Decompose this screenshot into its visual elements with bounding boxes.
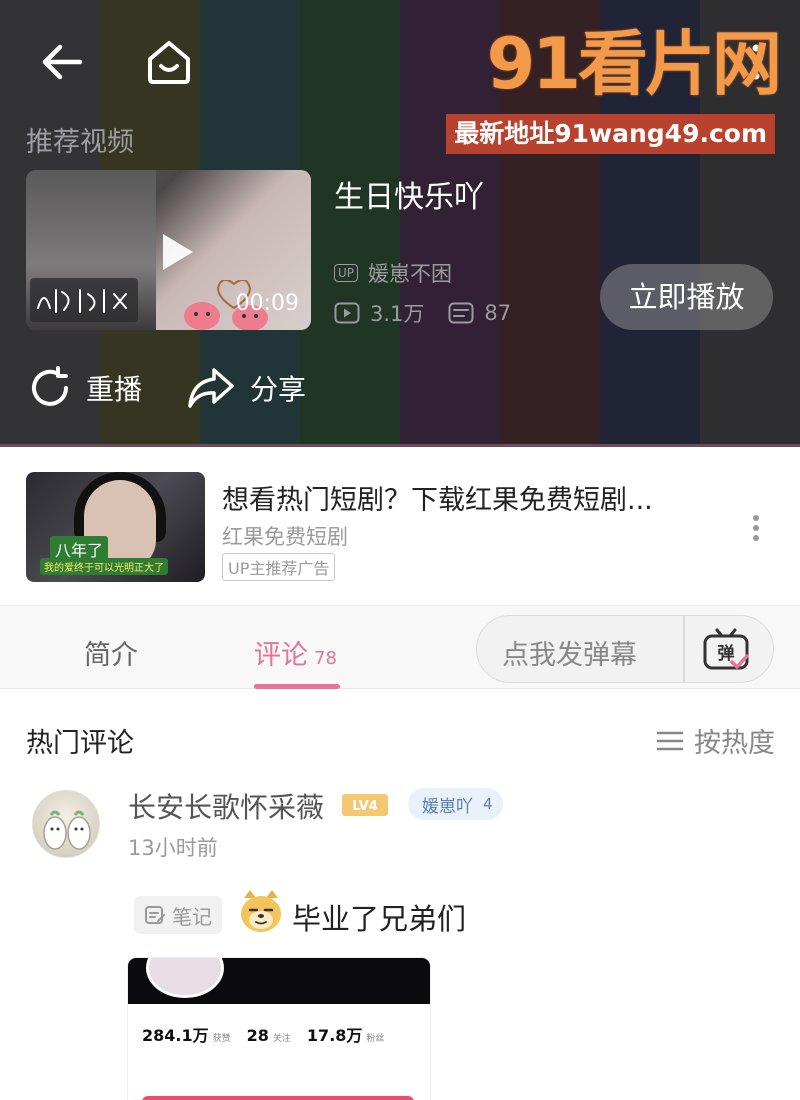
watermark-logo: 91看片网: [486, 23, 782, 105]
play-now-button[interactable]: 立即播放: [600, 264, 773, 330]
danmaku-toggle-button[interactable]: 弹: [700, 624, 752, 674]
home-button[interactable]: [140, 34, 198, 90]
ad-badge: UP主推荐广告: [222, 553, 336, 581]
arrow-left-icon: [42, 44, 83, 80]
comment-image-button: [142, 1096, 414, 1100]
ad-thumbnail-caption: 我的爱终于可以光明正大了: [40, 558, 168, 575]
recommended-label: 推荐视频: [26, 127, 134, 158]
recommended-video-title[interactable]: 生日快乐吖: [334, 172, 484, 216]
replay-icon: [32, 366, 68, 406]
video-duration: 00:09: [235, 291, 299, 316]
ad-title[interactable]: 想看热门短剧？下载红果免费短剧...: [222, 478, 653, 517]
fan-medal-level: 4: [483, 795, 493, 813]
avatar[interactable]: [32, 790, 100, 858]
share-label: 分享: [250, 373, 307, 406]
divider: [683, 615, 685, 683]
view-count-value: 3.1万: [370, 302, 425, 326]
ad-card[interactable]: 八年了 我的爱终于可以光明正大了: [0, 447, 800, 605]
comment-text: 毕业了兄弟们: [292, 902, 467, 936]
up-badge-icon: UP: [334, 264, 359, 282]
comment-image-stats: 284.1万 获赞 28 关注 17.8万 粉丝: [142, 1022, 400, 1046]
stat-label: 粉丝: [366, 1034, 385, 1044]
note-tag[interactable]: 笔记: [134, 896, 222, 934]
replay-button[interactable]: 重播: [28, 366, 142, 410]
sort-by-hot-button[interactable]: 按热度: [656, 721, 775, 760]
comment-username[interactable]: 长安长歌怀采薇: [128, 786, 324, 826]
play-count-icon: [334, 302, 360, 324]
stat-label: 获赞: [212, 1034, 231, 1044]
recommended-video-thumbnail[interactable]: 00:09: [26, 170, 311, 330]
uploader-row[interactable]: UP 媛崽不困: [334, 258, 452, 288]
tab-comments-label: 评论: [254, 640, 308, 671]
danmaku-count: 87: [448, 301, 511, 325]
back-button[interactable]: [36, 38, 88, 86]
stat-value: 284.1万: [142, 1026, 209, 1045]
note-tag-label: 笔记: [172, 904, 212, 929]
user-level-badge: LV4: [342, 794, 388, 816]
note-icon: [145, 906, 165, 924]
ad-more-button[interactable]: [744, 511, 768, 545]
comment-timestamp: 13小时前: [128, 836, 218, 860]
video-stats: 3.1万 87: [334, 298, 535, 328]
svg-text:LV4: LV4: [352, 799, 378, 814]
fan-medal-badge[interactable]: 媛崽吖 4: [408, 788, 503, 820]
play-icon: [163, 234, 193, 270]
comment-image[interactable]: 284.1万 获赞 28 关注 17.8万 粉丝: [128, 958, 430, 1100]
doge-emoji-icon: [241, 890, 281, 932]
fan-medal-name: 媛崽吖: [422, 796, 473, 817]
danmaku-count-value: 87: [484, 301, 512, 325]
tab-intro[interactable]: 简介: [84, 633, 138, 672]
ad-source: 红果免费短剧: [222, 525, 348, 549]
danmaku-tv-icon: 弹: [703, 628, 749, 670]
more-vertical-icon: [753, 515, 759, 541]
ad-thumbnail: 八年了 我的爱终于可以光明正大了: [26, 472, 205, 582]
thumbnail-handwriting: [30, 278, 138, 322]
sort-list-icon: [656, 731, 684, 750]
sort-label: 按热度: [694, 728, 775, 759]
replay-label: 重播: [86, 373, 143, 406]
watermark-overlay: 91看片网 最新地址91wang49.com: [446, 22, 785, 154]
tab-comments-count: 78: [314, 648, 337, 669]
danmaku-input[interactable]: 点我发弹幕: [502, 633, 637, 672]
uploader-name: 媛崽不困: [368, 262, 453, 286]
hot-comments-title: 热门评论: [26, 728, 134, 759]
stat-value: 17.8万: [306, 1026, 363, 1045]
avatar-image: [43, 810, 91, 850]
danmaku-count-icon: [448, 302, 474, 324]
view-count: 3.1万: [334, 298, 424, 328]
tab-comments[interactable]: 评论 78: [254, 633, 337, 672]
stat-value: 28: [246, 1026, 269, 1045]
stat-label: 关注: [272, 1034, 291, 1044]
share-button[interactable]: 分享: [186, 366, 306, 410]
home-icon: [148, 41, 190, 84]
share-icon: [188, 368, 234, 408]
active-tab-indicator: [254, 684, 340, 689]
watermark-url: 最新地址91wang49.com: [446, 114, 775, 154]
